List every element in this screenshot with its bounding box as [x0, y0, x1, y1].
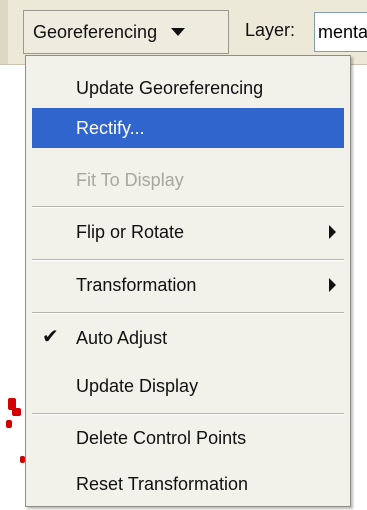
georeferencing-menu-label: Georeferencing — [33, 21, 158, 42]
map-feature — [6, 420, 12, 428]
map-feature — [12, 408, 21, 416]
menu-item-transformation[interactable]: Transformation — [32, 265, 344, 305]
menu-separator — [32, 312, 344, 314]
toolbar-grip — [0, 0, 8, 64]
menu-separator — [32, 413, 344, 415]
georeferencing-dropdown-menu: Update Georeferencing Rectify... Fit To … — [25, 55, 351, 507]
menu-item-delete-control-points[interactable]: Delete Control Points — [32, 418, 344, 458]
menu-item-flip-or-rotate[interactable]: Flip or Rotate — [32, 212, 344, 252]
layer-label: Layer: — [245, 20, 296, 40]
menu-item-label: Delete Control Points — [76, 427, 247, 448]
chevron-down-icon — [171, 28, 186, 36]
menu-item-label: Fit To Display — [76, 169, 184, 190]
menu-item-update-display[interactable]: Update Display — [32, 366, 344, 406]
check-icon: ✔ — [42, 326, 59, 348]
menu-item-fit-to-display[interactable]: Fit To Display — [32, 160, 344, 200]
menu-item-label: Update Georeferencing — [76, 77, 264, 98]
menu-item-rectify[interactable]: Rectify... — [32, 108, 344, 148]
menu-item-reset-transformation[interactable]: Reset Transformation — [32, 464, 344, 504]
menu-separator — [32, 259, 344, 261]
menu-item-label: Update Display — [76, 375, 199, 396]
chevron-right-icon — [329, 225, 336, 239]
menu-item-label: Transformation — [76, 274, 197, 295]
layer-select[interactable]: menta — [314, 12, 367, 52]
georeferencing-menu-button[interactable]: Georeferencing — [23, 10, 229, 54]
menu-item-update-georeferencing[interactable]: Update Georeferencing — [32, 68, 344, 108]
menu-item-label: Auto Adjust — [76, 327, 168, 348]
menu-separator — [32, 206, 344, 208]
menu-item-label: Reset Transformation — [76, 473, 249, 494]
menu-item-auto-adjust[interactable]: ✔ Auto Adjust — [32, 318, 344, 358]
chevron-right-icon — [329, 278, 336, 292]
menu-item-label: Rectify... — [76, 117, 145, 138]
menu-item-label: Flip or Rotate — [76, 221, 185, 242]
